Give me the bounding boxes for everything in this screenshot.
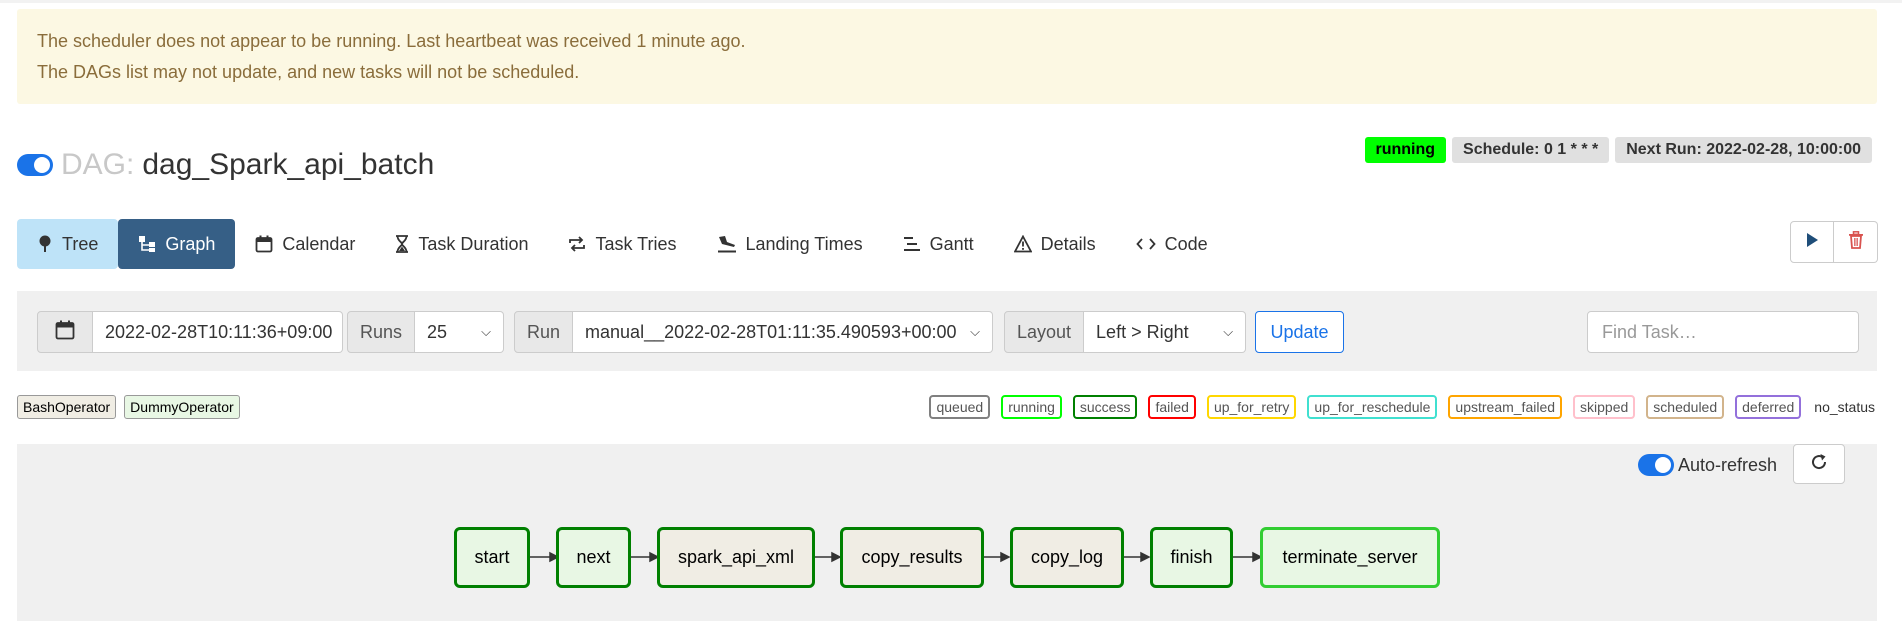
layout-label: Layout (1004, 311, 1085, 353)
base-date-input[interactable]: 2022-02-28T10:11:36+09:00 (93, 311, 343, 353)
legend-state-failed[interactable]: failed (1148, 395, 1196, 419)
runs-value: 25 (427, 321, 448, 342)
edge-arrow (1140, 551, 1151, 563)
chevron-down-icon: ⌵ (1223, 324, 1234, 339)
tab-graph[interactable]: Graph (118, 219, 236, 269)
update-button[interactable]: Update (1255, 311, 1344, 353)
legend-dummy-operator[interactable]: DummyOperator (124, 395, 240, 419)
tab-label: Graph (165, 233, 216, 254)
run-select[interactable]: manual__2022-02-28T01:11:35.490593+00:00… (573, 311, 994, 353)
next-run-badge: Next Run: 2022-02-28, 10:00:00 (1615, 137, 1872, 163)
layout-group: Layout Left > Right ⌵ (1004, 311, 1247, 353)
legend-state-no-status[interactable]: no_status (1812, 395, 1877, 419)
tab-code[interactable]: Code (1116, 219, 1228, 269)
legend-state-skipped[interactable]: skipped (1573, 395, 1636, 419)
play-icon (1805, 232, 1819, 253)
task-node-finish[interactable]: finish (1150, 527, 1233, 588)
dag-action-buttons (1790, 221, 1878, 263)
runs-label: Runs (347, 311, 416, 353)
task-node-spark-api-xml[interactable]: spark_api_xml (657, 527, 815, 588)
legend-bash-operator[interactable]: BashOperator (17, 395, 117, 419)
dag-view-tabs: Tree Graph Calendar Task Duration Task T… (17, 219, 1228, 269)
run-value: manual__2022-02-28T01:11:35.490593+00:00 (585, 321, 957, 342)
legend-state-scheduled[interactable]: scheduled (1646, 395, 1725, 419)
legend-state-queued[interactable]: queued (929, 395, 991, 419)
calendar-icon (255, 235, 273, 253)
dag-graph-canvas: Auto-refresh start next spark_api_xml co… (17, 444, 1877, 621)
base-date-group: 2022-02-28T10:11:36+09:00 (37, 311, 343, 353)
schedule-badge: Schedule: 0 1 * * * (1452, 137, 1610, 163)
tab-label: Code (1164, 233, 1208, 254)
dag-title: DAG: dag_Spark_api_batch (17, 145, 434, 185)
dag-pause-toggle[interactable] (17, 154, 53, 176)
tab-task-tries[interactable]: Task Tries (548, 219, 696, 269)
hourglass-icon (395, 235, 409, 253)
tab-label: Calendar (282, 233, 356, 254)
legend-state-deferred[interactable]: deferred (1735, 395, 1802, 419)
graph-icon (138, 235, 156, 253)
runs-group: Runs 25 ⌵ (347, 311, 505, 353)
calendar-picker-button[interactable] (37, 311, 93, 353)
trash-icon (1848, 230, 1864, 254)
top-border (0, 0, 1902, 3)
alert-line-2: The DAGs list may not update, and new ta… (37, 62, 580, 82)
tab-label: Gantt (929, 233, 974, 254)
edge-arrow (1000, 551, 1011, 563)
layout-select[interactable]: Left > Right ⌵ (1084, 311, 1247, 353)
find-task-input[interactable]: Find Task… (1587, 311, 1859, 353)
state-legend: queued running success failed up_for_ret… (929, 395, 1877, 419)
tab-landing-times[interactable]: Landing Times (697, 219, 883, 269)
task-node-next[interactable]: next (556, 527, 631, 588)
plane-landing-icon (717, 235, 737, 253)
tab-label: Tree (62, 233, 99, 254)
warning-triangle-icon (1013, 235, 1032, 253)
trigger-dag-button[interactable] (1790, 221, 1834, 263)
chevron-down-icon: ⌵ (481, 324, 492, 339)
delete-dag-button[interactable] (1834, 221, 1878, 263)
edge-arrow (831, 551, 842, 563)
task-node-copy-log[interactable]: copy_log (1010, 527, 1124, 588)
operator-legend: BashOperator DummyOperator (17, 395, 240, 419)
dag-prefix: DAG: (61, 148, 135, 181)
layout-value: Left > Right (1096, 321, 1189, 342)
legend-state-running[interactable]: running (1001, 395, 1062, 419)
tab-label: Landing Times (745, 233, 863, 254)
tab-gantt[interactable]: Gantt (883, 219, 994, 269)
tab-tree[interactable]: Tree (17, 219, 119, 269)
alert-line-1: The scheduler does not appear to be runn… (37, 31, 746, 51)
run-label: Run (514, 311, 574, 353)
legend-state-success[interactable]: success (1072, 395, 1138, 419)
tab-calendar[interactable]: Calendar (235, 219, 375, 269)
task-node-terminate-server[interactable]: terminate_server (1260, 527, 1440, 588)
repeat-icon (568, 235, 586, 253)
tab-label: Task Tries (595, 233, 677, 254)
code-icon (1135, 235, 1156, 253)
legend-state-up-for-retry[interactable]: up_for_retry (1206, 395, 1297, 419)
tab-label: Task Duration (418, 233, 529, 254)
tab-details[interactable]: Details (994, 219, 1116, 269)
legend-state-up-for-reschedule[interactable]: up_for_reschedule (1307, 395, 1438, 419)
graph-filter-bar: 2022-02-28T10:11:36+09:00 Runs 25 ⌵ Run … (17, 291, 1877, 371)
legend-state-upstream-failed[interactable]: upstream_failed (1448, 395, 1563, 419)
tree-icon (37, 235, 53, 253)
dag-id: dag_Spark_api_batch (142, 148, 435, 181)
task-node-start[interactable]: start (454, 527, 530, 588)
chevron-down-icon: ⌵ (970, 324, 981, 339)
dag-badges: running Schedule: 0 1 * * * Next Run: 20… (1364, 137, 1872, 163)
scheduler-warning-alert: The scheduler does not appear to be runn… (17, 9, 1877, 104)
tab-label: Details (1040, 233, 1096, 254)
calendar-icon (55, 320, 75, 345)
run-group: Run manual__2022-02-28T01:11:35.490593+0… (514, 311, 994, 353)
tab-task-duration[interactable]: Task Duration (375, 219, 548, 269)
task-node-copy-results[interactable]: copy_results (840, 527, 984, 588)
dag-state-badge: running (1364, 137, 1447, 163)
gantt-icon (903, 235, 921, 253)
runs-select[interactable]: 25 ⌵ (415, 311, 505, 353)
